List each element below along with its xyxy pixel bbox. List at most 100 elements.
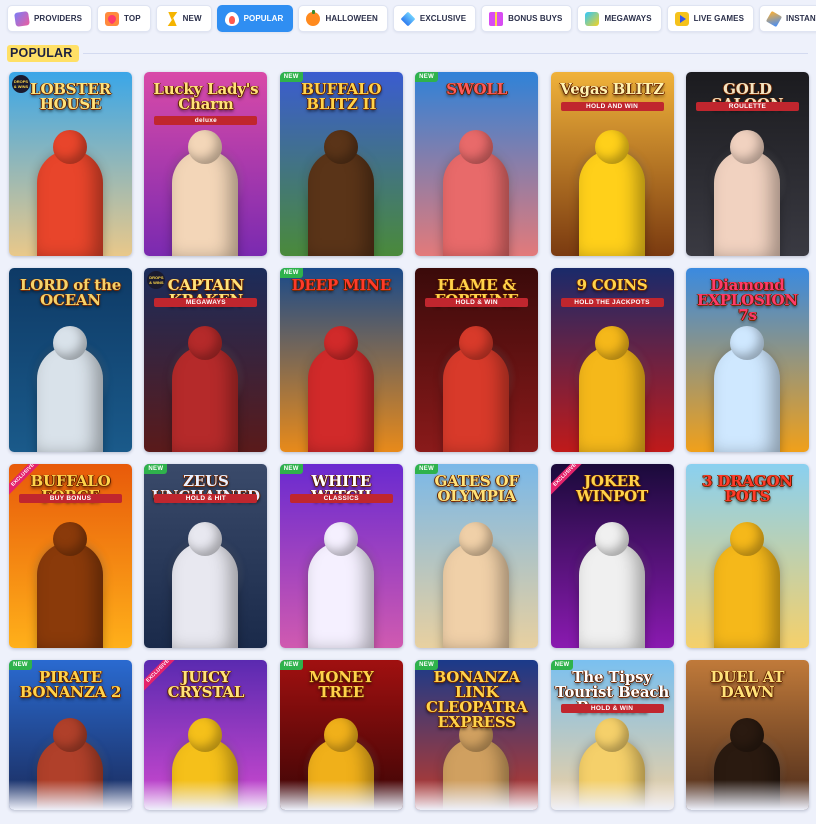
tab-new[interactable]: NEW bbox=[155, 5, 212, 32]
game-title: JUICY CRYSTAL bbox=[167, 668, 245, 701]
game-tile[interactable]: BUFFALO BLITZ II NEW bbox=[279, 72, 403, 256]
new-badge: NEW bbox=[550, 660, 574, 670]
providers-icon bbox=[14, 10, 30, 27]
tab-instant-gam[interactable]: INSTANT GAM bbox=[759, 5, 816, 32]
game-title: 9 COINS bbox=[576, 276, 648, 294]
game-grid: LOBSTER HOUSE DROPS & WINS Lucky Lady's Ch… bbox=[9, 72, 809, 810]
section-divider bbox=[82, 52, 808, 54]
tab-megaways[interactable]: MEGAWAYS bbox=[577, 5, 662, 32]
character-figure bbox=[307, 346, 374, 452]
game-title: SWOLL bbox=[446, 80, 508, 98]
character-head bbox=[594, 522, 629, 556]
game-title: Diamond EXPLOSION 7s bbox=[697, 276, 798, 324]
character-head bbox=[323, 130, 358, 164]
game-tile[interactable]: Vegas BLITZ HOLD AND WIN bbox=[550, 72, 674, 256]
new-badge: NEW bbox=[9, 660, 32, 670]
drops-and-wins-badge: DROPS & WINS bbox=[12, 75, 30, 93]
character-figure bbox=[713, 150, 780, 256]
character-head bbox=[323, 718, 358, 752]
game-tile[interactable]: SWOLL NEW bbox=[415, 72, 539, 256]
game-tile[interactable]: Diamond EXPLOSION 7s bbox=[685, 268, 809, 452]
tab-exclusive[interactable]: EXCLUSIVE bbox=[392, 5, 477, 32]
tab-halloween[interactable]: HALLOWEEN bbox=[298, 5, 388, 32]
game-tile[interactable]: LORD of the OCEAN bbox=[9, 268, 132, 452]
character-figure bbox=[37, 150, 103, 256]
tab-label: PROVIDERS bbox=[34, 14, 83, 23]
game-tile[interactable]: GOLD SALOONROULETTE bbox=[685, 72, 809, 256]
tab-providers[interactable]: PROVIDERS bbox=[7, 5, 93, 32]
category-tabs: PROVIDERS TOP NEW POPULAR HALLOWEEN EXCLUSIVE… bbox=[0, 0, 816, 38]
character-figure bbox=[578, 542, 645, 648]
character-figure bbox=[307, 542, 374, 648]
game-title: PIRATE BONANZA 2 bbox=[19, 668, 122, 701]
game-tile[interactable]: 3 DRAGON POTS bbox=[685, 464, 809, 648]
character-head bbox=[594, 326, 629, 360]
character-head bbox=[323, 326, 358, 360]
game-tile[interactable]: PIRATE BONANZA 2 NEW bbox=[9, 660, 132, 810]
game-tile[interactable]: DUEL AT DAWN bbox=[685, 660, 809, 810]
section-header: POPULAR bbox=[7, 43, 808, 63]
tab-label: MEGAWAYS bbox=[604, 14, 652, 23]
new-badge: NEW bbox=[144, 464, 168, 474]
character-figure bbox=[37, 542, 103, 648]
tab-label: EXCLUSIVE bbox=[419, 14, 467, 23]
tab-label: BONUS BUYS bbox=[508, 14, 563, 23]
character-figure bbox=[713, 346, 780, 452]
tab-label: LIVE GAMES bbox=[693, 14, 745, 23]
new-badge: NEW bbox=[279, 464, 303, 474]
game-tile[interactable]: BONANZA LINK CLEOPATRA EXPRESS NEW bbox=[415, 660, 539, 810]
character-figure bbox=[578, 346, 645, 452]
game-tile[interactable]: JUICY CRYSTAL EXCLUSIVE bbox=[144, 660, 268, 810]
game-tile[interactable]: The Tipsy Tourist Beach BonanzaHOLD & WI… bbox=[550, 660, 674, 810]
tab-label: INSTANT GAM bbox=[786, 14, 816, 23]
character-head bbox=[594, 130, 629, 164]
new-badge: NEW bbox=[279, 660, 303, 670]
lightning-icon bbox=[164, 12, 178, 26]
game-subtitle: HOLD THE JACKPOTS bbox=[560, 298, 664, 307]
game-title: GATES OF OLYMPIA bbox=[434, 472, 519, 505]
game-tile[interactable]: ZEUS UNCHAINEDHOLD & HITNEW bbox=[144, 464, 268, 648]
new-badge: NEW bbox=[279, 72, 303, 82]
game-subtitle: BUY BONUS bbox=[19, 494, 122, 503]
game-tile[interactable]: Lucky Lady's Charm deluxe bbox=[144, 72, 268, 256]
tab-bonus-buys[interactable]: BONUS BUYS bbox=[481, 5, 573, 32]
tab-top[interactable]: TOP bbox=[97, 5, 151, 32]
tab-label: NEW bbox=[182, 14, 202, 23]
tab-popular[interactable]: POPULAR bbox=[216, 5, 294, 32]
game-tile[interactable]: GATES OF OLYMPIA NEW bbox=[415, 464, 539, 648]
character-head bbox=[729, 326, 764, 360]
game-tile[interactable]: FLAME & FORTUNEHOLD & WIN bbox=[415, 268, 539, 452]
play-icon bbox=[674, 11, 689, 26]
megaways-icon bbox=[585, 11, 600, 26]
game-tile[interactable]: MONEY TREE NEW bbox=[279, 660, 403, 810]
gift-icon bbox=[489, 11, 504, 26]
flame-icon bbox=[224, 11, 239, 26]
game-title: LORD of the OCEAN bbox=[19, 276, 122, 309]
game-tile[interactable]: BUFFALO FORCEBUY BONUSEXCLUSIVE bbox=[9, 464, 132, 648]
game-tile[interactable]: CAPTAIN KRAKENMEGAWAYSDROPS & WINS bbox=[144, 268, 268, 452]
diamond-icon bbox=[400, 11, 416, 26]
game-tile[interactable]: LOBSTER HOUSE DROPS & WINS bbox=[9, 72, 132, 256]
tab-live-games[interactable]: LIVE GAMES bbox=[666, 5, 755, 32]
character-head bbox=[729, 522, 764, 556]
game-tile[interactable]: WHITE WITCHCLASSICSNEW bbox=[279, 464, 403, 648]
character-figure bbox=[37, 346, 103, 452]
game-title: Vegas BLITZ bbox=[560, 80, 664, 98]
game-tile[interactable]: DEEP MINE NEW bbox=[279, 268, 403, 452]
character-figure bbox=[443, 542, 510, 648]
character-figure bbox=[172, 346, 239, 452]
new-badge: NEW bbox=[415, 464, 439, 474]
game-subtitle: ROULETTE bbox=[695, 102, 799, 111]
character-head bbox=[53, 130, 87, 164]
game-subtitle: HOLD & WIN bbox=[425, 298, 529, 307]
character-head bbox=[729, 130, 764, 164]
game-tile[interactable]: JOKER WINPOT EXCLUSIVE bbox=[550, 464, 674, 648]
game-subtitle: deluxe bbox=[154, 116, 258, 125]
character-head bbox=[459, 130, 494, 164]
character-figure bbox=[172, 150, 239, 256]
game-tile[interactable]: 9 COINS HOLD THE JACKPOTS bbox=[550, 268, 674, 452]
game-title: BUFFALO BLITZ II bbox=[301, 80, 382, 113]
game-title: 3 DRAGON POTS bbox=[702, 472, 793, 505]
tab-label: POPULAR bbox=[243, 14, 284, 23]
tab-label: TOP bbox=[124, 14, 141, 23]
